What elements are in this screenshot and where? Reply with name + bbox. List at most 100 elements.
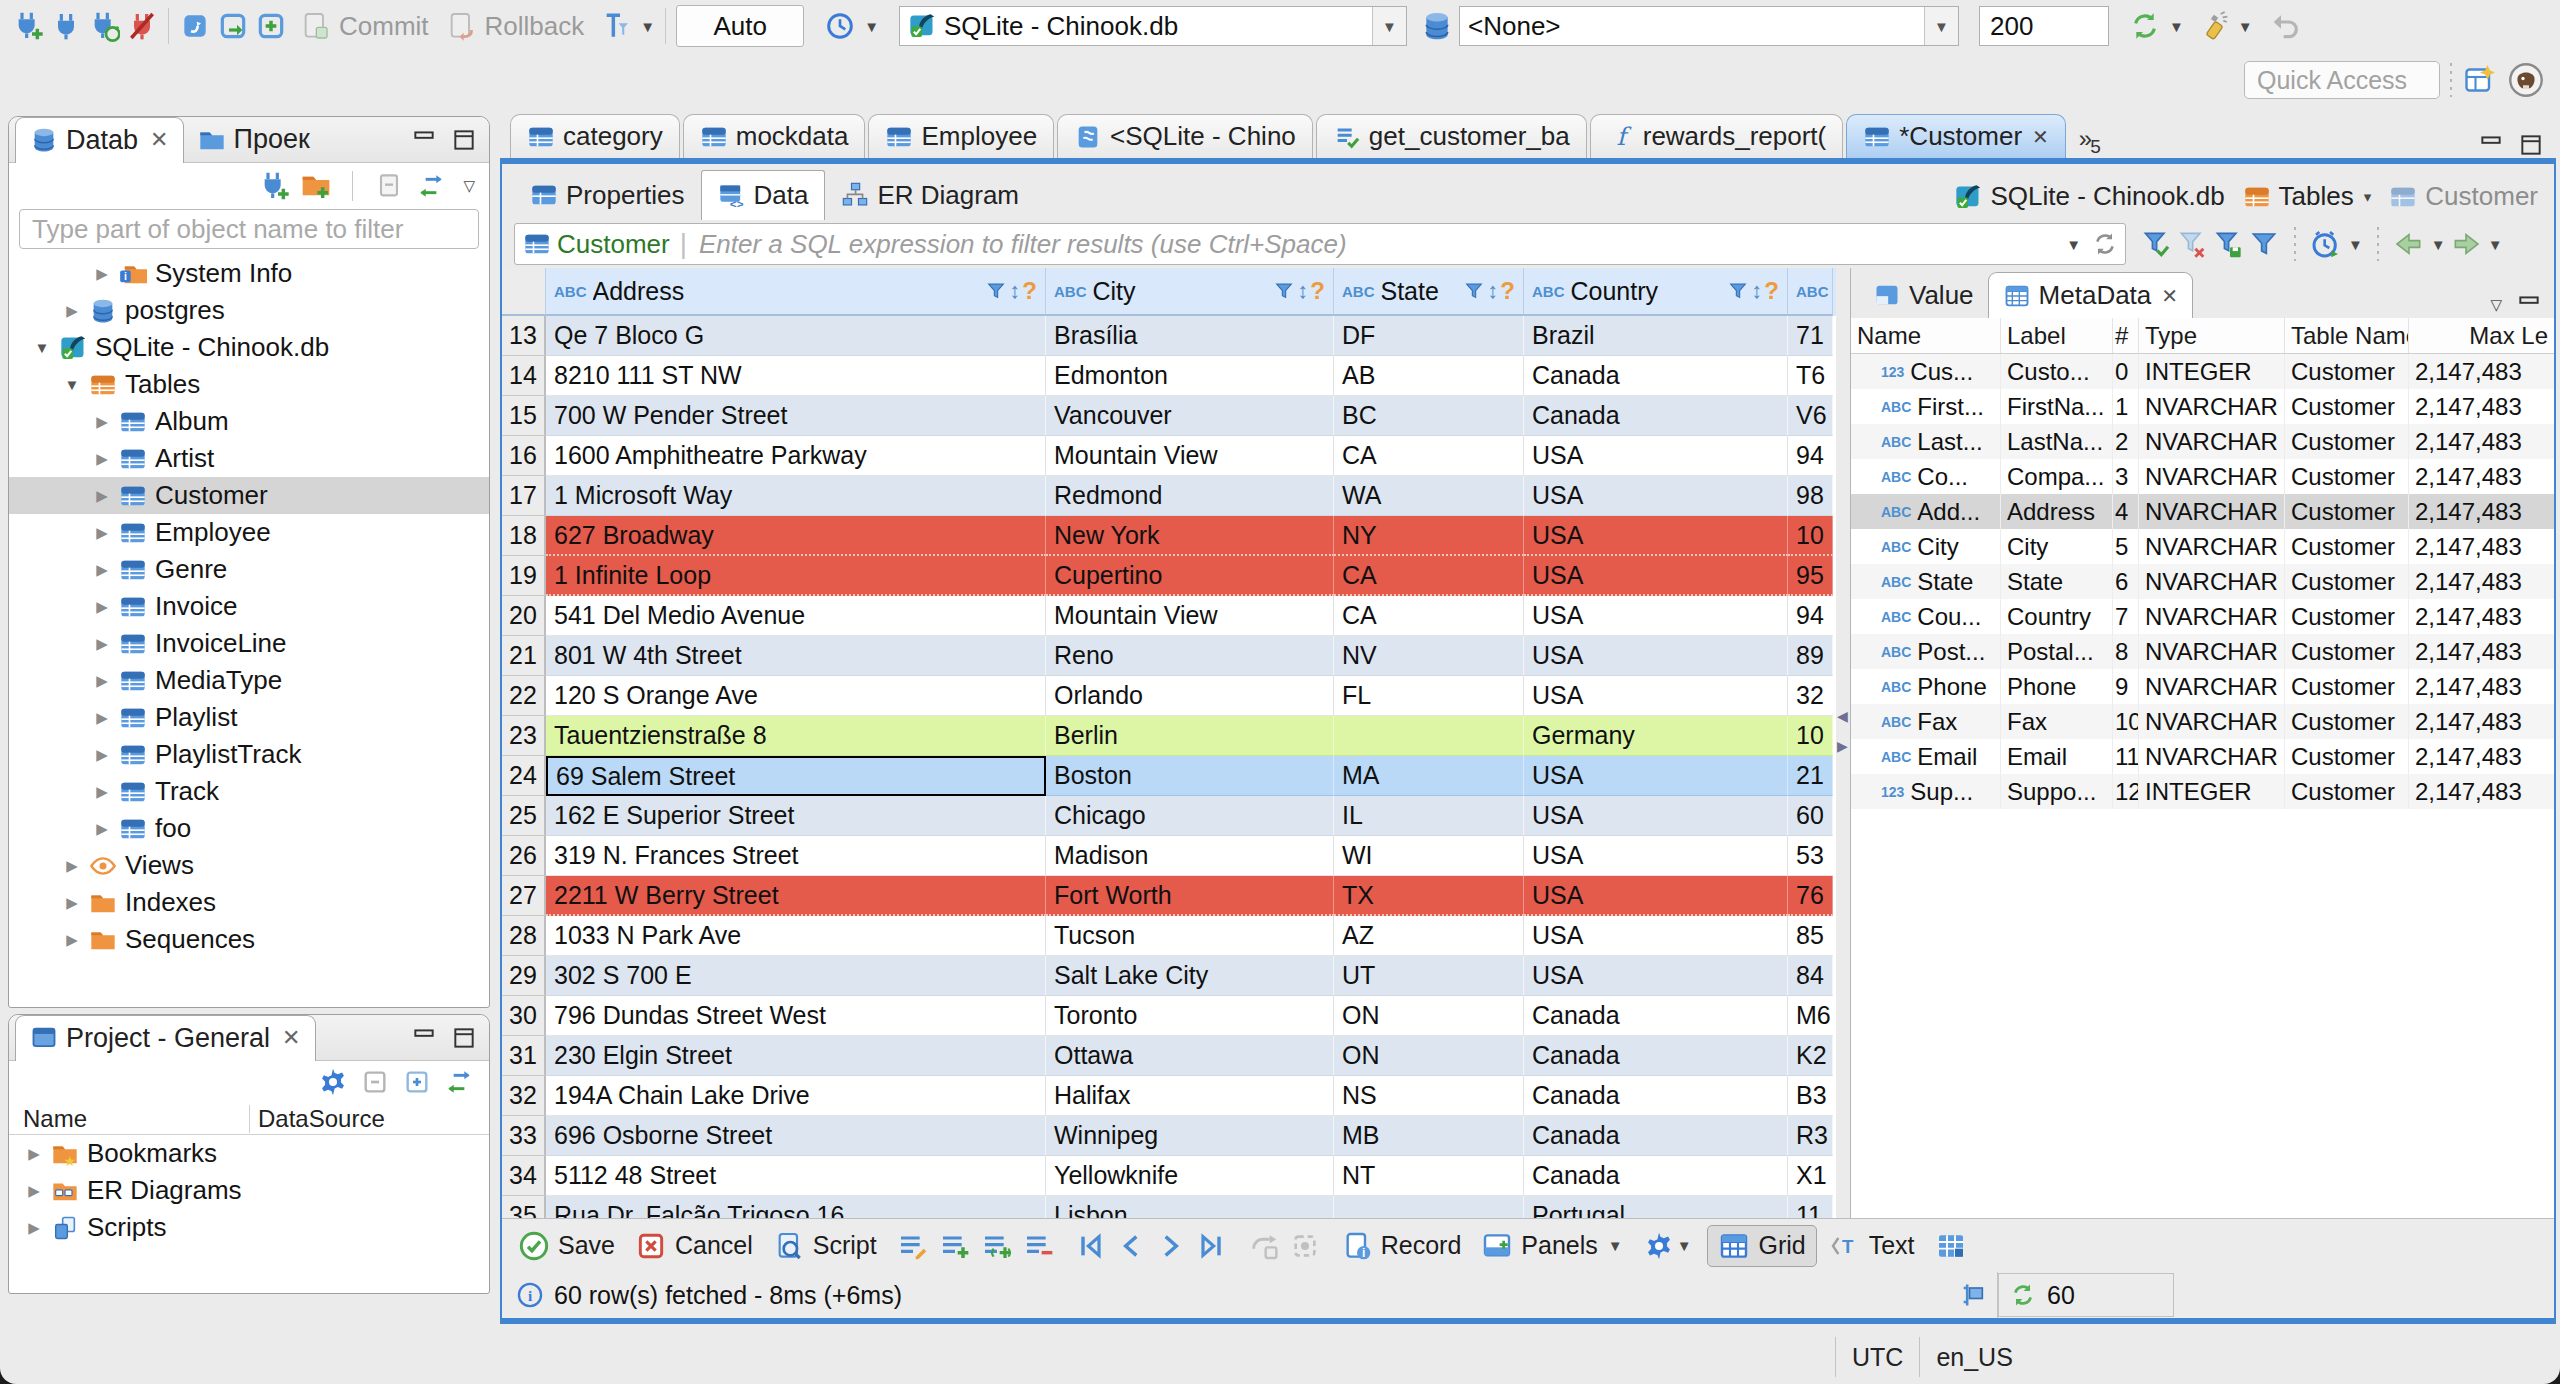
meta-row[interactable]: ABCCityCity5NVARCHARCustomer2,147,483 bbox=[1851, 529, 2554, 564]
column-datasource[interactable]: DataSource bbox=[249, 1105, 385, 1133]
fetch-all-icon[interactable] bbox=[1289, 1230, 1321, 1262]
meta-row[interactable]: ABCCo...Compa...3NVARCHARCustomer2,147,4… bbox=[1851, 459, 2554, 494]
cell-city[interactable]: Salt Lake City bbox=[1046, 956, 1334, 996]
tab-metadata[interactable]: MetaData ✕ bbox=[1988, 272, 2194, 318]
save-filter-icon[interactable] bbox=[2212, 228, 2244, 260]
script-button[interactable]: Script bbox=[773, 1230, 877, 1262]
minimize-icon[interactable] bbox=[2478, 132, 2504, 158]
cell-state[interactable]: NY bbox=[1334, 516, 1524, 556]
sql-filter-input[interactable]: Customer | Enter a SQL expression to fil… bbox=[514, 223, 2126, 265]
gear-icon[interactable] bbox=[317, 1066, 349, 1098]
auto-refresh-icon[interactable] bbox=[2310, 228, 2342, 260]
cell-country[interactable]: Canada bbox=[1524, 996, 1788, 1036]
next-page-icon[interactable] bbox=[2450, 228, 2482, 260]
apply-filter-icon[interactable] bbox=[2140, 228, 2172, 260]
row-number[interactable]: 25 bbox=[502, 796, 546, 836]
collapsed-arrow-icon[interactable]: ▶ bbox=[91, 746, 113, 764]
meta-row[interactable]: ABCPost...Postal...8NVARCHARCustomer2,14… bbox=[1851, 634, 2554, 669]
cell-city[interactable]: Berlin bbox=[1046, 716, 1334, 756]
tree-item-invoiceline[interactable]: ▶InvoiceLine bbox=[9, 625, 489, 662]
cell-state[interactable]: FL bbox=[1334, 676, 1524, 716]
back-icon[interactable] bbox=[2269, 10, 2301, 42]
cell-address[interactable]: Tauentzienstraße 8 bbox=[546, 716, 1046, 756]
row-number[interactable]: 31 bbox=[502, 1036, 546, 1076]
column-name[interactable]: Name bbox=[9, 1105, 249, 1133]
row-number[interactable]: 22 bbox=[502, 676, 546, 716]
close-icon[interactable]: ✕ bbox=[150, 127, 168, 153]
row-number[interactable]: 14 bbox=[502, 356, 546, 396]
tree-item-playlisttrack[interactable]: ▶PlaylistTrack bbox=[9, 736, 489, 773]
meta-column-2[interactable]: # bbox=[2113, 318, 2139, 353]
meta-max-length[interactable]: 2,147,483 bbox=[2409, 774, 2554, 809]
cell-postal[interactable]: 84 bbox=[1788, 956, 1833, 996]
cell-postal[interactable]: M6 bbox=[1788, 996, 1833, 1036]
row-number[interactable]: 16 bbox=[502, 436, 546, 476]
cell-address[interactable]: 5112 48 Street bbox=[546, 1156, 1046, 1196]
cancel-button[interactable]: Cancel bbox=[635, 1230, 753, 1262]
row-number[interactable]: 19 bbox=[502, 556, 546, 596]
project-item-bookmarks[interactable]: ▶★Bookmarks bbox=[9, 1135, 489, 1172]
row-number[interactable]: 21 bbox=[502, 636, 546, 676]
cell-country[interactable]: Canada bbox=[1524, 1036, 1788, 1076]
close-icon[interactable]: ✕ bbox=[2032, 125, 2049, 149]
chevron-down-icon[interactable]: ▼ bbox=[2348, 236, 2363, 253]
cell-address[interactable]: 1 Infinite Loop bbox=[546, 556, 1046, 596]
meta-max-length[interactable]: 2,147,483 bbox=[2409, 704, 2554, 739]
meta-label[interactable]: Custo... bbox=[2001, 354, 2113, 389]
meta-column-1[interactable]: Label bbox=[2001, 318, 2113, 353]
reconnect-icon[interactable] bbox=[88, 10, 120, 42]
meta-label[interactable]: FirstNa... bbox=[2001, 389, 2113, 424]
record-button[interactable]: i Record bbox=[1341, 1230, 1462, 1262]
cell-country[interactable]: USA bbox=[1524, 436, 1788, 476]
refresh-icon[interactable] bbox=[2091, 230, 2119, 258]
chevron-down-icon[interactable]: ▼ bbox=[1677, 1237, 1692, 1254]
cell-state[interactable]: WI bbox=[1334, 836, 1524, 876]
cell-country[interactable]: Brazil bbox=[1524, 316, 1788, 356]
row-number[interactable]: 29 bbox=[502, 956, 546, 996]
meta-column-5[interactable]: Max Le bbox=[2409, 318, 2554, 353]
link-with-editor-icon[interactable] bbox=[443, 1066, 475, 1098]
cell-postal[interactable]: 11 bbox=[1788, 1196, 1833, 1218]
tab-value[interactable]: Value bbox=[1859, 272, 1988, 318]
cell-country[interactable]: Canada bbox=[1524, 1076, 1788, 1116]
cell-country[interactable]: Canada bbox=[1524, 1116, 1788, 1156]
editor-tab--sqlite-chino[interactable]: <SQLite - Chino bbox=[1057, 114, 1313, 158]
row-number[interactable]: 32 bbox=[502, 1076, 546, 1116]
meta-table[interactable]: Customer bbox=[2285, 634, 2409, 669]
duplicate-row-icon[interactable] bbox=[981, 1230, 1013, 1262]
meta-label[interactable]: Country bbox=[2001, 599, 2113, 634]
maximize-icon[interactable] bbox=[2518, 132, 2544, 158]
cell-address[interactable]: 302 S 700 E bbox=[546, 956, 1046, 996]
cell-city[interactable]: Tucson bbox=[1046, 916, 1334, 956]
commit-label[interactable]: Commit bbox=[339, 11, 429, 42]
meta-label[interactable]: LastNa... bbox=[2001, 424, 2113, 459]
cell-country[interactable]: USA bbox=[1524, 876, 1788, 916]
meta-ordinal[interactable]: 10 bbox=[2113, 704, 2139, 739]
expanded-arrow-icon[interactable]: ▼ bbox=[31, 339, 53, 356]
meta-table[interactable]: Customer bbox=[2285, 389, 2409, 424]
meta-type[interactable]: NVARCHAR bbox=[2139, 599, 2285, 634]
cell-address[interactable]: 2211 W Berry Street bbox=[546, 876, 1046, 916]
row-number[interactable]: 17 bbox=[502, 476, 546, 516]
sort-icon[interactable]: ↕ bbox=[1009, 278, 1020, 304]
meta-column-3[interactable]: Type bbox=[2139, 318, 2285, 353]
cell-state[interactable]: DF bbox=[1334, 316, 1524, 356]
cell-postal[interactable]: R3 bbox=[1788, 1116, 1833, 1156]
meta-type[interactable]: NVARCHAR bbox=[2139, 529, 2285, 564]
meta-label[interactable]: Address bbox=[2001, 494, 2113, 529]
tree-item-system-info[interactable]: ▶iSystem Info bbox=[9, 255, 489, 292]
collapsed-arrow-icon[interactable]: ▶ bbox=[61, 857, 83, 875]
meta-ordinal[interactable]: 1 bbox=[2113, 389, 2139, 424]
project-item-scripts[interactable]: ▶Scripts bbox=[9, 1209, 489, 1246]
first-row-icon[interactable] bbox=[1075, 1230, 1107, 1262]
cell-address[interactable]: Rua Dr. Falcão Trigoso 16 bbox=[546, 1196, 1046, 1218]
cell-state[interactable]: NV bbox=[1334, 636, 1524, 676]
collapsed-arrow-icon[interactable]: ▶ bbox=[91, 450, 113, 468]
cell-city[interactable]: Redmond bbox=[1046, 476, 1334, 516]
clear-filter-icon[interactable] bbox=[2176, 228, 2208, 260]
cell-postal[interactable]: V6 bbox=[1788, 396, 1833, 436]
schema-selector[interactable]: <None> ▼ bbox=[1459, 6, 1959, 46]
editor-tab--customer[interactable]: *Customer✕ bbox=[1846, 114, 2066, 158]
editor-tab-category[interactable]: category bbox=[510, 114, 680, 158]
tab-overflow-indicator[interactable]: »5 bbox=[2079, 125, 2099, 158]
